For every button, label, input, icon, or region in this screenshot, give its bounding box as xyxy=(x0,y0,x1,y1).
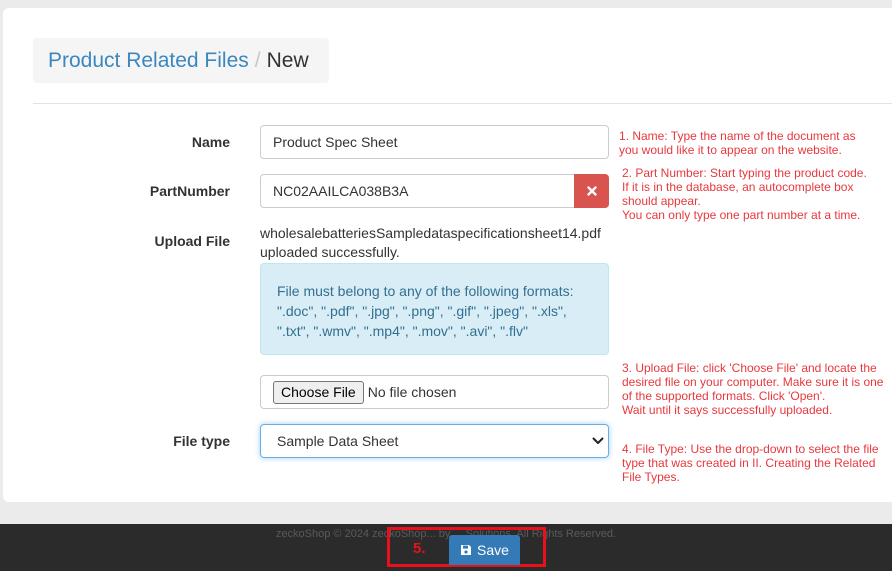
save-button[interactable]: Save xyxy=(449,535,520,565)
file-input[interactable]: Choose File No file chosen xyxy=(260,375,609,409)
floppy-disk-icon xyxy=(461,545,472,555)
breadcrumb-link-product-related-files[interactable]: Product Related Files xyxy=(48,49,249,72)
upload-success-text: uploaded successfully. xyxy=(260,244,400,260)
help-step-1: 1. Name: Type the name of the document a… xyxy=(619,129,856,157)
breadcrumb: Product Related Files / New xyxy=(33,38,329,83)
upload-status: wholesalebatteriesSampledataspecificatio… xyxy=(260,224,620,262)
help-step-2-line-2: If it is in the database, an autocomplet… xyxy=(622,180,854,208)
name-label: Name xyxy=(191,134,230,150)
file-type-label: File type xyxy=(173,433,230,449)
formats-list: ".doc", ".pdf", ".jpg", ".png", ".gif", … xyxy=(277,303,567,339)
name-input[interactable]: Product Spec Sheet xyxy=(260,125,609,159)
save-button-label: Save xyxy=(477,542,509,558)
file-type-select[interactable]: Sample Data Sheet xyxy=(260,424,609,458)
formats-info-box: File must belong to any of the following… xyxy=(260,263,609,355)
close-icon xyxy=(586,186,597,196)
help-step-2-line-3: You can only type one part number at a t… xyxy=(622,208,861,222)
chevron-down-icon xyxy=(592,437,604,444)
step-5-label: 5. xyxy=(413,540,426,557)
clear-partnumber-button[interactable] xyxy=(574,174,609,208)
breadcrumb-current: New xyxy=(266,49,309,72)
help-step-3-line-1: 3. Upload File: click 'Choose File' and … xyxy=(622,361,884,403)
help-step-2-line-1: 2. Part Number: Start typing the product… xyxy=(622,166,867,180)
uploaded-filename: wholesalebatteriesSampledataspecificatio… xyxy=(260,225,601,241)
choose-file-button[interactable]: Choose File xyxy=(273,381,364,404)
no-file-chosen-text: No file chosen xyxy=(367,384,457,400)
partnumber-input[interactable]: NC02AAILCA038B3A xyxy=(260,174,575,208)
divider xyxy=(33,103,892,104)
help-step-3-line-2: Wait until it says successfully uploaded… xyxy=(622,403,833,417)
file-type-selected-value: Sample Data Sheet xyxy=(277,433,399,449)
help-step-3: 3. Upload File: click 'Choose File' and … xyxy=(622,361,884,417)
upload-file-label: Upload File xyxy=(154,233,230,249)
help-step-2: 2. Part Number: Start typing the product… xyxy=(622,166,867,222)
partnumber-label: PartNumber xyxy=(149,183,230,199)
breadcrumb-separator: / xyxy=(254,49,261,72)
help-step-4: 4. File Type: Use the drop-down to selec… xyxy=(622,442,879,484)
formats-intro: File must belong to any of the following… xyxy=(277,283,574,299)
